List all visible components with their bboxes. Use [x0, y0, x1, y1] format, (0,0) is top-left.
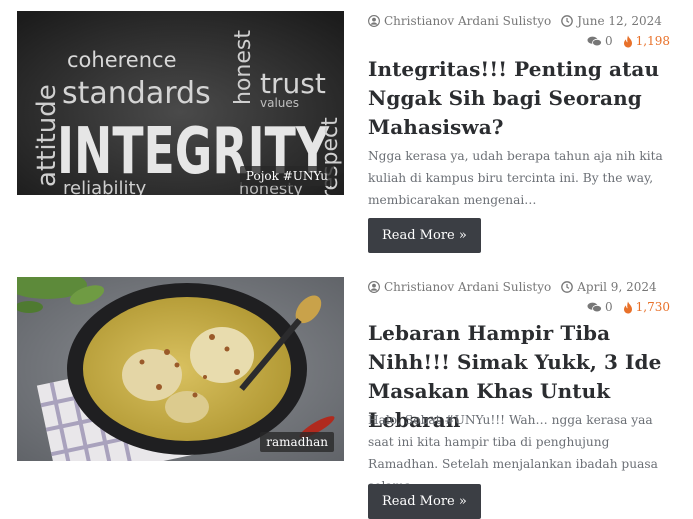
post-excerpt: Ngga kerasa ya, udah berapa tahun aja ni… [368, 149, 663, 207]
comments-meta[interactable]: 0 [587, 300, 613, 314]
post-date: June 12, 2024 [577, 14, 662, 28]
post-meta: Christianov Ardani Sulistyo April 9, 202… [368, 280, 670, 314]
user-icon [368, 281, 380, 293]
views-meta: 1,730 [623, 300, 670, 314]
comments-count[interactable]: 0 [605, 34, 613, 48]
post-thumbnail[interactable]: ramadhan [17, 277, 344, 461]
author-name[interactable]: Christianov Ardani Sulistyo [384, 14, 551, 28]
category-badge[interactable]: Pojok #UNYu [239, 166, 334, 186]
word-reliability: reliability [63, 178, 147, 195]
read-more-button[interactable]: Read More » [368, 218, 481, 253]
word-values: values [260, 96, 299, 110]
author-name[interactable]: Christianov Ardani Sulistyo [384, 280, 551, 294]
word-standards: standards [62, 76, 211, 111]
date-meta: June 12, 2024 [561, 14, 662, 28]
comments-count[interactable]: 0 [605, 300, 613, 314]
fire-icon [623, 301, 632, 313]
post-thumbnail[interactable]: coherence standards trust values honest … [17, 11, 344, 195]
author-meta[interactable]: Christianov Ardani Sulistyo [368, 14, 551, 28]
category-badge[interactable]: ramadhan [260, 432, 334, 452]
read-more-button[interactable]: Read More » [368, 484, 481, 519]
comments-icon [587, 36, 602, 46]
clock-icon [561, 281, 574, 293]
date-meta: April 9, 2024 [561, 280, 657, 294]
clock-icon [561, 15, 574, 27]
views-meta: 1,198 [623, 34, 670, 48]
post-date: April 9, 2024 [577, 280, 657, 294]
post-title[interactable]: Integritas!!! Penting atau Nggak Sih bag… [368, 55, 678, 142]
views-count: 1,198 [635, 34, 670, 48]
comments-meta[interactable]: 0 [587, 34, 613, 48]
views-count: 1,730 [635, 300, 670, 314]
post-meta: Christianov Ardani Sulistyo June 12, 202… [368, 14, 670, 48]
fire-icon [623, 35, 632, 47]
author-meta[interactable]: Christianov Ardani Sulistyo [368, 280, 551, 294]
user-icon [368, 15, 380, 27]
comments-icon [587, 302, 602, 312]
word-coherence: coherence [67, 48, 177, 72]
word-honest: honest [231, 30, 256, 105]
